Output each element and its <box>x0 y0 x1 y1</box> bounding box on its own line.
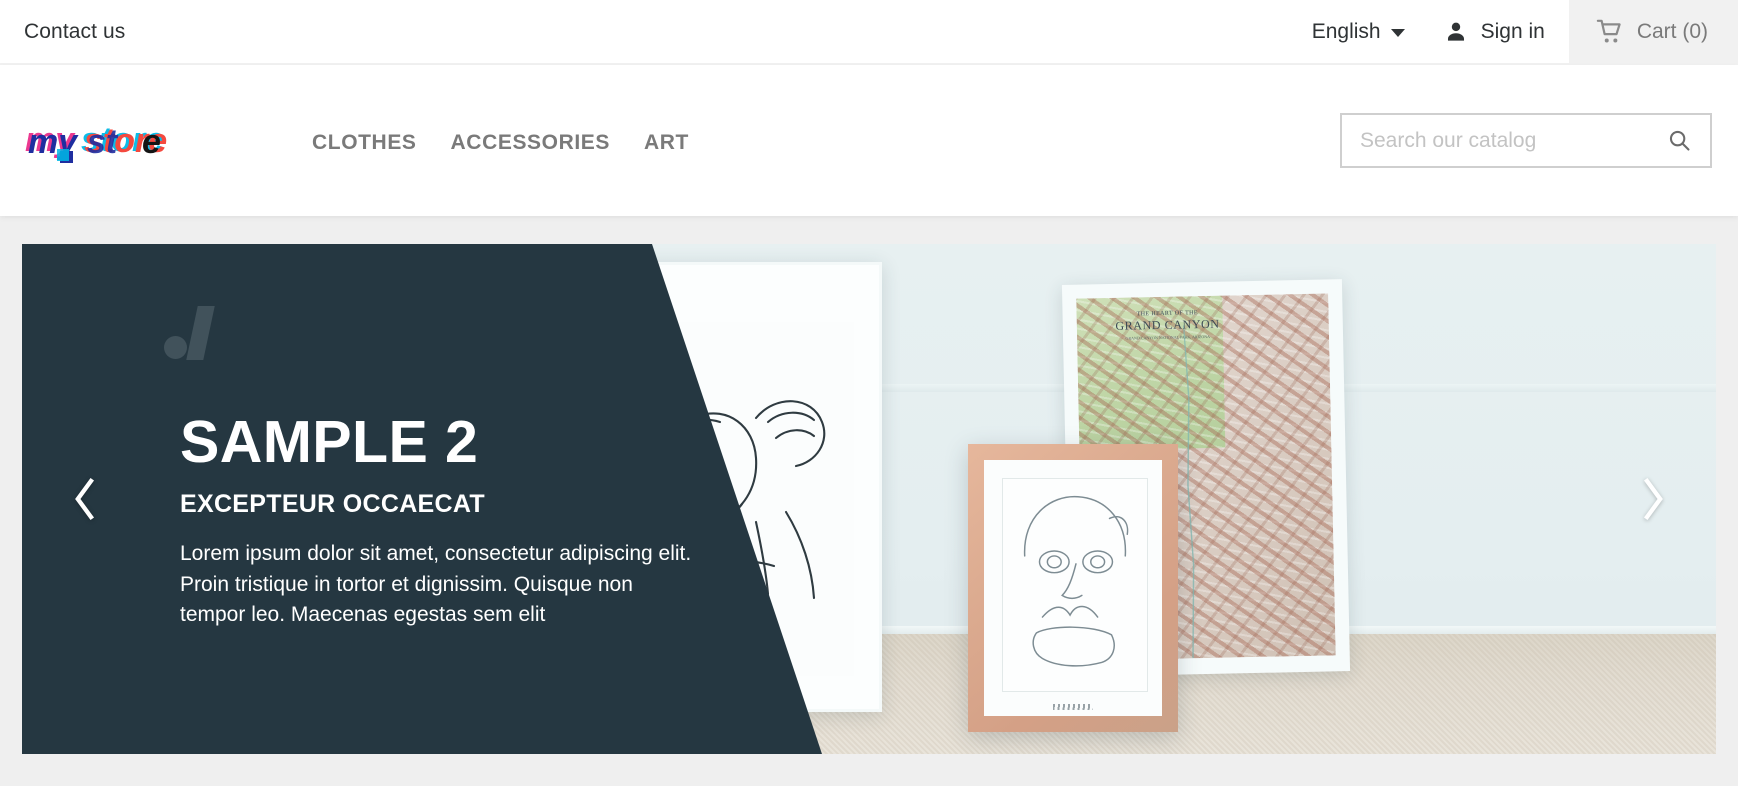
person-icon <box>1443 19 1469 45</box>
line-drawing-face <box>1023 496 1129 667</box>
top-bar: Contact us English Sign in Cart (0) <box>0 0 1738 65</box>
slide-subtitle: EXCEPTEUR OCCAECAT <box>180 490 485 519</box>
nav-item-clothes[interactable]: CLOTHES <box>312 131 417 155</box>
nav-item-art[interactable]: ART <box>644 131 689 155</box>
site-logo[interactable]: my my store store st e <box>24 111 184 171</box>
site-header: my my store store st e CLOTHES ACCESSORI… <box>0 65 1738 216</box>
cart-button[interactable]: Cart (0) <box>1568 0 1738 63</box>
sign-in-link[interactable]: Sign in <box>1431 0 1569 63</box>
search-bar[interactable] <box>1340 113 1712 168</box>
chevron-down-icon <box>1390 29 1405 37</box>
map-title-block: THE HEART OF THE GRAND CANYON GRAND CANY… <box>1097 310 1239 342</box>
slide-caption-text: SAMPLE 2 EXCEPTEUR OCCAECAT Lorem ipsum … <box>180 412 700 630</box>
framed-artwork-face-sketch <box>968 444 1178 732</box>
page-body: THE HEART OF THE GRAND CANYON GRAND CANY… <box>0 216 1738 786</box>
language-selector[interactable]: English <box>1286 0 1431 63</box>
map-title: GRAND CANYON <box>1115 317 1220 334</box>
chevron-left-icon <box>70 475 100 523</box>
slide-title: SAMPLE 2 <box>180 409 479 475</box>
search-icon <box>1667 128 1692 153</box>
top-bar-right: English Sign in Cart (0) <box>1286 0 1738 63</box>
artist-signature <box>1053 704 1093 710</box>
slide-description: Lorem ipsum dolor sit amet, consectetur … <box>180 542 692 627</box>
search-submit-button[interactable] <box>1659 128 1694 153</box>
top-bar-left: Contact us <box>0 0 125 63</box>
hero-carousel[interactable]: THE HEART OF THE GRAND CANYON GRAND CANY… <box>22 244 1716 754</box>
main-navigation: CLOTHES ACCESSORIES ART <box>312 127 689 155</box>
svg-text:st: st <box>87 123 119 161</box>
cart-label: Cart (0) <box>1636 20 1708 43</box>
search-input[interactable] <box>1360 128 1659 153</box>
sign-in-label: Sign in <box>1480 20 1545 43</box>
svg-text:e: e <box>142 123 161 161</box>
shopping-cart-icon <box>1595 18 1625 46</box>
carousel-prev-button[interactable] <box>62 469 108 529</box>
language-label: English <box>1311 20 1381 43</box>
contact-us-link[interactable]: Contact us <box>24 21 125 42</box>
chevron-right-icon <box>1638 475 1668 523</box>
artwork-canvas <box>1002 478 1148 692</box>
nav-item-accessories[interactable]: ACCESSORIES <box>451 131 610 155</box>
carousel-next-button[interactable] <box>1630 469 1676 529</box>
